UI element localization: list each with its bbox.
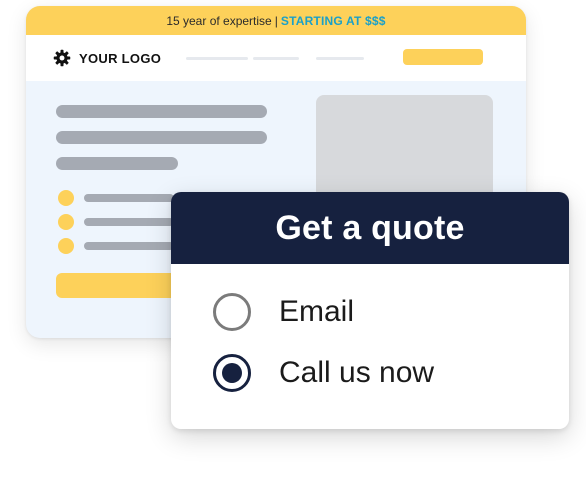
option-label-call-us-now: Call us now — [279, 356, 435, 389]
quote-card: Get a quote Email Call us now — [171, 192, 569, 429]
option-email[interactable]: Email — [213, 293, 354, 331]
image-placeholder — [316, 95, 493, 199]
bullet-dot — [58, 238, 74, 254]
bullet-dot — [58, 214, 74, 230]
skeleton-list-line — [84, 242, 174, 250]
skeleton-list-line — [84, 218, 174, 226]
logo-text: YOUR LOGO — [79, 50, 162, 66]
nav-link-1[interactable] — [186, 57, 248, 60]
skeleton-text-line — [56, 157, 178, 170]
option-call-us-now[interactable]: Call us now — [213, 354, 434, 392]
quote-title: Get a quote — [275, 208, 465, 247]
skeleton-list-line — [84, 194, 174, 202]
nav-link-3[interactable] — [316, 57, 364, 60]
nav-link-2[interactable] — [253, 57, 299, 60]
bullet-dot — [58, 190, 74, 206]
promo-bar: 15 year of expertise | STARTING AT $$$ — [26, 6, 526, 35]
header-cta-button[interactable] — [403, 49, 483, 65]
radio-selected-dot — [222, 363, 242, 383]
skeleton-text-line — [56, 131, 267, 144]
quote-header: Get a quote — [171, 192, 569, 264]
site-header: YOUR LOGO — [26, 35, 526, 81]
promo-separator: | — [274, 13, 278, 28]
option-label-email: Email — [279, 295, 355, 328]
gear-icon — [53, 49, 71, 67]
promo-accent-text: STARTING AT $$$ — [280, 13, 386, 28]
logo[interactable]: YOUR LOGO — [53, 49, 161, 67]
promo-text: 15 year of expertise — [166, 13, 272, 28]
skeleton-text-line — [56, 105, 267, 118]
radio-call-us-now[interactable] — [213, 354, 251, 392]
radio-email[interactable] — [213, 293, 251, 331]
